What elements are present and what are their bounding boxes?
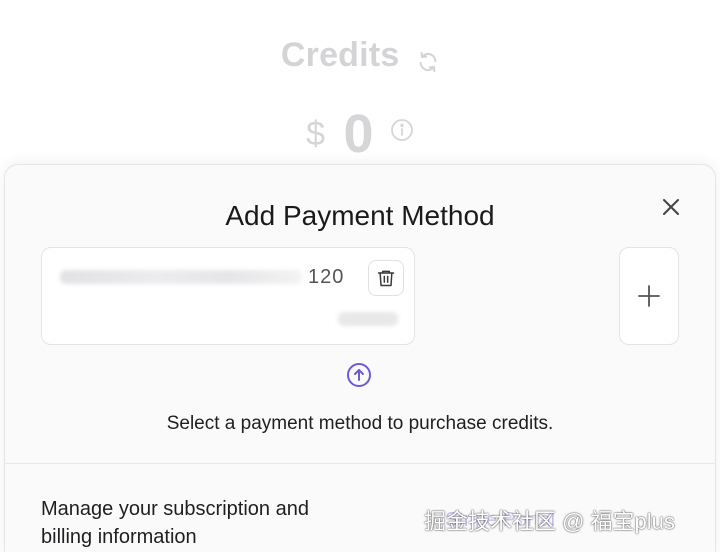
credits-page: Credits $ 0 Add Payment Method 120 Selec… bbox=[0, 0, 720, 552]
currency-symbol: $ bbox=[306, 114, 325, 153]
add-payment-method-button[interactable] bbox=[619, 247, 679, 345]
arrow-up-circle-icon bbox=[347, 363, 371, 387]
plus-icon bbox=[638, 285, 660, 307]
select-payment-message: Select a payment method to purchase cred… bbox=[166, 413, 554, 434]
trash-icon bbox=[377, 270, 395, 287]
info-icon[interactable] bbox=[390, 118, 414, 142]
payment-card[interactable]: 120 bbox=[41, 247, 415, 345]
add-payment-modal: Add Payment Method 120 Select a payment … bbox=[4, 164, 716, 552]
credits-heading: Credits bbox=[0, 36, 720, 75]
modal-title: Add Payment Method bbox=[225, 200, 495, 231]
card-expiry-redacted bbox=[338, 312, 398, 326]
credits-amount: 0 bbox=[343, 104, 374, 164]
credits-title: Credits bbox=[280, 36, 400, 74]
divider bbox=[5, 463, 715, 464]
card-number-suffix: 120 bbox=[308, 266, 345, 288]
close-button[interactable] bbox=[657, 193, 685, 221]
card-number-redacted bbox=[60, 270, 302, 284]
credits-balance: $ 0 bbox=[0, 103, 720, 165]
delete-card-button[interactable] bbox=[368, 260, 404, 296]
watermark: 掘金技术社区 @ 福宝plus bbox=[424, 509, 675, 534]
scroll-up-button[interactable] bbox=[346, 362, 372, 388]
manage-subscription-text: Manage your subscription and billing inf… bbox=[41, 498, 309, 548]
close-icon bbox=[663, 199, 679, 215]
refresh-icon[interactable] bbox=[417, 43, 439, 73]
